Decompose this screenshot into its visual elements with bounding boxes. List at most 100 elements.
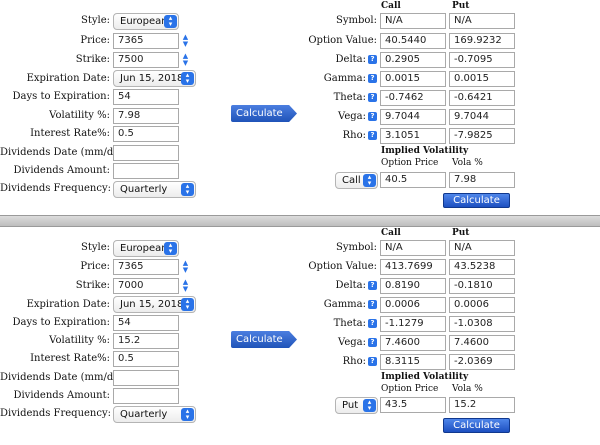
div-date-input[interactable] (113, 145, 179, 161)
vega-call-field: 7.4600 (380, 335, 446, 351)
help-icon[interactable]: ? (368, 74, 377, 83)
style-label: Style: (80, 15, 110, 26)
delta-put-field: -0.1810 (449, 278, 515, 294)
help-icon[interactable]: ? (368, 112, 377, 121)
strike-stepper-icon[interactable]: ▲ ▼ (181, 53, 190, 67)
calculator-panel-1: Style: Price: Strike: Expiration Date: D… (0, 0, 600, 215)
gamma-call-field: 0.0015 (380, 71, 446, 87)
select-arrows-icon: ▴ ▾ (164, 242, 177, 255)
strike-input[interactable]: 7000 (113, 278, 179, 294)
iv-vola-field: 7.98 (449, 172, 515, 188)
select-arrows-icon: ▴ ▾ (181, 408, 194, 421)
symbol-call-field: N/A (380, 240, 446, 256)
volatility-input[interactable]: 7.98 (113, 108, 179, 124)
days-input[interactable]: 54 (113, 315, 179, 331)
delta-label: Delta: (335, 54, 366, 65)
rho-put-field: -7.9825 (449, 128, 515, 144)
symbol-call-field: N/A (380, 13, 446, 29)
div-date-input[interactable] (113, 370, 179, 386)
price-stepper-icon[interactable]: ▲ ▼ (181, 260, 190, 274)
iv-type-select[interactable]: Put ▴ ▾ (335, 397, 378, 414)
put-column-header: Put (452, 1, 470, 11)
value-put-field: 43.5238 (449, 259, 515, 275)
symbol-put-field: N/A (449, 13, 515, 29)
price-input[interactable]: 7365 (113, 33, 179, 49)
rho-label: Rho: (342, 356, 366, 367)
help-icon[interactable]: ? (368, 357, 377, 366)
help-icon[interactable]: ? (368, 131, 377, 140)
vega-label: Vega: (338, 337, 366, 348)
interest-input[interactable]: 0.5 (113, 351, 179, 367)
div-amount-input[interactable] (113, 163, 179, 179)
option-value-label: Option Value: (308, 261, 377, 272)
option-price-subheading: Option Price (381, 158, 439, 168)
theta-label: Theta: (333, 92, 366, 103)
expiration-select[interactable]: Jun 15, 2018 ▴ ▾ (113, 70, 196, 87)
volatility-label: Volatility %: (49, 335, 110, 346)
vega-put-field: 9.7044 (449, 109, 515, 125)
panel-divider (0, 215, 600, 227)
rho-put-field: -2.0369 (449, 354, 515, 370)
select-arrows-icon: ▴ ▾ (164, 15, 177, 28)
gamma-call-field: 0.0006 (380, 297, 446, 313)
strike-label: Strike: (75, 54, 110, 65)
strike-stepper-icon[interactable]: ▲ ▼ (181, 279, 190, 293)
help-icon[interactable]: ? (368, 319, 377, 328)
delta-call-field: 0.8190 (380, 278, 446, 294)
interest-input[interactable]: 0.5 (113, 126, 179, 142)
expiration-label: Expiration Date: (26, 73, 110, 84)
price-label: Price: (80, 35, 110, 46)
select-arrows-icon: ▴ ▾ (181, 298, 194, 311)
delta-put-field: -0.7095 (449, 52, 515, 68)
help-icon[interactable]: ? (368, 93, 377, 102)
div-amount-input[interactable] (113, 388, 179, 404)
calculate-button[interactable]: Calculate (231, 105, 297, 122)
calculate-iv-button[interactable]: Calculate (443, 418, 510, 433)
value-call-field: 413.7699 (380, 259, 446, 275)
iv-vola-field: 15.2 (449, 397, 515, 413)
call-column-header: Call (381, 228, 401, 238)
calculator-panel-2: Style: Price: Strike: Expiration Date: D… (0, 227, 600, 445)
put-column-header: Put (452, 228, 470, 238)
strike-label: Strike: (75, 280, 110, 291)
rho-call-field: 3.1051 (380, 128, 446, 144)
vola-pct-subheading: Vola % (452, 384, 483, 394)
volatility-input[interactable]: 15.2 (113, 333, 179, 349)
price-stepper-icon[interactable]: ▲ ▼ (181, 34, 190, 48)
iv-price-input[interactable]: 40.5 (380, 172, 446, 188)
rho-label: Rho: (342, 130, 366, 141)
help-icon[interactable]: ? (368, 281, 377, 290)
theta-label: Theta: (333, 318, 366, 329)
help-icon[interactable]: ? (368, 338, 377, 347)
div-freq-select[interactable]: Quarterly ▴ ▾ (113, 181, 196, 198)
gamma-label: Gamma: (323, 299, 366, 310)
price-input[interactable]: 7365 (113, 259, 179, 275)
vega-label: Vega: (338, 111, 366, 122)
expiration-select[interactable]: Jun 15, 2018 ▴ ▾ (113, 296, 196, 313)
style-select[interactable]: European ▴ ▾ (113, 13, 179, 30)
gamma-put-field: 0.0006 (449, 297, 515, 313)
gamma-put-field: 0.0015 (449, 71, 515, 87)
theta-call-field: -1.1279 (380, 316, 446, 332)
implied-volatility-heading: Implied Volatility (381, 372, 469, 382)
iv-price-input[interactable]: 43.5 (380, 397, 446, 413)
vega-call-field: 9.7044 (380, 109, 446, 125)
help-icon[interactable]: ? (368, 300, 377, 309)
theta-put-field: -1.0308 (449, 316, 515, 332)
style-select[interactable]: European ▴ ▾ (113, 240, 179, 257)
value-put-field: 169.9232 (449, 33, 515, 49)
help-icon[interactable]: ? (368, 55, 377, 64)
div-amount-label: Dividends Amount: (13, 165, 110, 176)
vola-pct-subheading: Vola % (452, 158, 483, 168)
div-freq-label: Dividends Frequency: (0, 183, 111, 194)
days-input[interactable]: 54 (113, 89, 179, 105)
select-arrows-icon: ▴ ▾ (181, 183, 194, 196)
calculate-iv-button[interactable]: Calculate (443, 193, 510, 208)
calculate-button[interactable]: Calculate (231, 331, 297, 348)
symbol-put-field: N/A (449, 240, 515, 256)
div-freq-select[interactable]: Quarterly ▴ ▾ (113, 406, 196, 423)
iv-type-select[interactable]: Call ▴ ▾ (335, 172, 378, 189)
value-call-field: 40.5440 (380, 33, 446, 49)
strike-input[interactable]: 7500 (113, 52, 179, 68)
interest-label: Interest Rate%: (30, 353, 110, 364)
